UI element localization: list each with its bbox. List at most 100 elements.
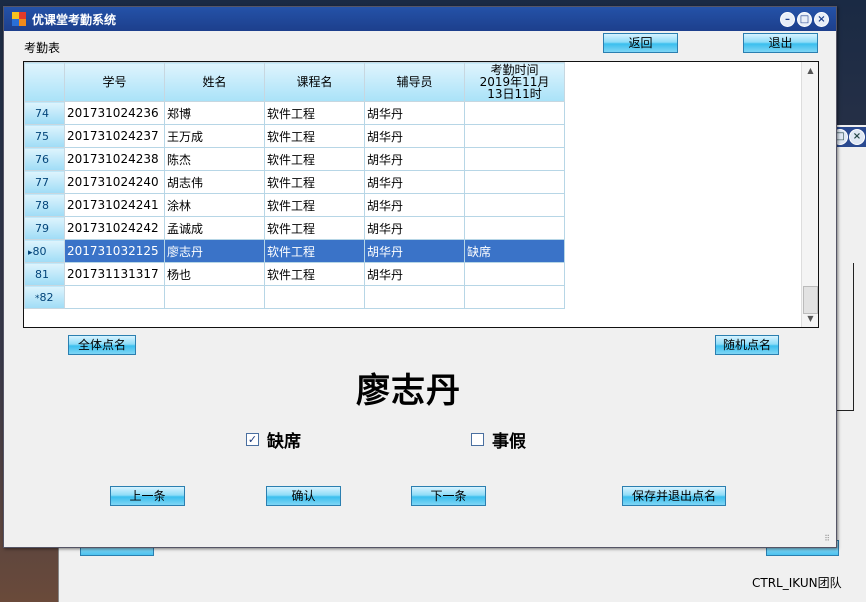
name-cell[interactable]: 廖志丹 [164,239,265,263]
column-header-attendance-time[interactable]: 考勤时间 2019年11月 13日11时 [464,62,565,102]
attendance-grid[interactable]: 学号 姓名 课程名 辅导员 考勤时间 2019年11月 13日11时 74 201… [23,61,819,328]
vertical-scrollbar[interactable]: ▲ ▼ [801,62,818,327]
column-header-name[interactable]: 姓名 [164,62,265,102]
row-header[interactable]: 75 [24,124,65,148]
absent-label[interactable]: 缺席 [267,427,301,452]
column-header-id[interactable]: 学号 [64,62,165,102]
column-header-course[interactable]: 课程名 [264,62,365,102]
name-cell[interactable]: 郑博 [164,101,265,125]
status-cell[interactable] [464,101,565,125]
exit-button[interactable]: 退出 [743,33,818,53]
student-id-cell[interactable]: 201731024237 [64,124,165,148]
student-id-cell[interactable]: 201731024241 [64,193,165,217]
student-id-cell[interactable]: 201731024236 [64,101,165,125]
absent-option[interactable]: ✓ 缺席 [246,427,301,452]
student-id-cell[interactable] [64,285,165,309]
row-header[interactable]: 79 [24,216,65,240]
counselor-cell[interactable] [364,285,465,309]
column-header-counselor[interactable]: 辅导员 [364,62,465,102]
grid-header-row: 学号 姓名 课程名 辅导员 考勤时间 2019年11月 13日11时 [24,62,565,102]
close-icon[interactable]: × [849,129,865,145]
table-row[interactable]: 75 201731024237 王万成 软件工程 胡华丹 [24,124,565,148]
row-header[interactable]: 74 [24,101,65,125]
counselor-cell[interactable]: 胡华丹 [364,239,465,263]
current-student-name: 廖志丹 [356,371,461,411]
resize-grip-icon[interactable]: ⠿ [824,534,830,543]
course-cell[interactable]: 软件工程 [264,193,365,217]
table-row[interactable]: 74 201731024236 郑博 软件工程 胡华丹 [24,101,565,125]
status-cell[interactable] [464,285,565,309]
call-all-button[interactable]: 全体点名 [68,335,136,355]
counselor-cell[interactable]: 胡华丹 [364,124,465,148]
app-icon [12,12,26,26]
status-cell[interactable] [464,147,565,171]
status-cell[interactable] [464,216,565,240]
course-cell[interactable]: 软件工程 [264,170,365,194]
course-cell[interactable]: 软件工程 [264,262,365,286]
student-id-cell[interactable]: 201731024238 [64,147,165,171]
name-cell[interactable] [164,285,265,309]
minimize-icon[interactable]: – [780,12,795,27]
student-id-cell[interactable]: 201731024242 [64,216,165,240]
course-cell[interactable]: 软件工程 [264,216,365,240]
confirm-button[interactable]: 确认 [266,486,341,506]
close-icon[interactable]: × [814,12,829,27]
scroll-thumb[interactable] [803,286,818,314]
table-row[interactable]: 77 201731024240 胡志伟 软件工程 胡华丹 [24,170,565,194]
table-row[interactable]: ▸80 201731032125 廖志丹 软件工程 胡华丹 缺席 [24,239,565,263]
footer-team-label: CTRL_IKUN团队 [752,576,842,590]
previous-button[interactable]: 上一条 [110,486,185,506]
scroll-up-icon[interactable]: ▲ [804,64,817,77]
row-header[interactable]: 76 [24,147,65,171]
table-row[interactable]: 79 201731024242 孟诚成 软件工程 胡华丹 [24,216,565,240]
counselor-cell[interactable]: 胡华丹 [364,147,465,171]
counselor-cell[interactable]: 胡华丹 [364,170,465,194]
row-number: 80 [32,244,47,258]
course-cell[interactable] [264,285,365,309]
table-row[interactable]: 76 201731024238 陈杰 软件工程 胡华丹 [24,147,565,171]
table-row[interactable]: *82 [24,285,565,309]
random-call-button[interactable]: 随机点名 [715,335,779,355]
row-header[interactable]: 81 [24,262,65,286]
row-number: 82 [39,290,54,304]
status-cell[interactable] [464,124,565,148]
name-cell[interactable]: 涂林 [164,193,265,217]
name-cell[interactable]: 胡志伟 [164,170,265,194]
name-cell[interactable]: 陈杰 [164,147,265,171]
save-and-exit-button[interactable]: 保存并退出点名 [622,486,726,506]
student-id-cell[interactable]: 201731024240 [64,170,165,194]
back-button[interactable]: 返回 [603,33,678,53]
leave-option[interactable]: 事假 [471,427,526,452]
row-header[interactable]: ▸80 [24,239,65,263]
course-cell[interactable]: 软件工程 [264,147,365,171]
counselor-cell[interactable]: 胡华丹 [364,193,465,217]
status-cell[interactable]: 缺席 [464,239,565,263]
absent-checkbox[interactable]: ✓ [246,433,259,446]
status-cell[interactable] [464,262,565,286]
row-header[interactable]: 77 [24,170,65,194]
counselor-cell[interactable]: 胡华丹 [364,262,465,286]
leave-checkbox[interactable] [471,433,484,446]
status-cell[interactable] [464,193,565,217]
row-header[interactable]: 78 [24,193,65,217]
table-row[interactable]: 78 201731024241 涂林 软件工程 胡华丹 [24,193,565,217]
leave-label[interactable]: 事假 [492,427,526,452]
course-cell[interactable]: 软件工程 [264,101,365,125]
course-cell[interactable]: 软件工程 [264,239,365,263]
student-id-cell[interactable]: 201731032125 [64,239,165,263]
table-row[interactable]: 81 201731131317 杨也 软件工程 胡华丹 [24,262,565,286]
title-bar[interactable]: 优课堂考勤系统 – □ × [4,7,836,31]
name-cell[interactable]: 杨也 [164,262,265,286]
counselor-cell[interactable]: 胡华丹 [364,216,465,240]
student-id-cell[interactable]: 201731131317 [64,262,165,286]
status-cell[interactable] [464,170,565,194]
name-cell[interactable]: 孟诚成 [164,216,265,240]
scroll-down-icon[interactable]: ▼ [804,312,817,325]
next-button[interactable]: 下一条 [411,486,486,506]
attendance-window: 优课堂考勤系统 – □ × 考勤表 返回 退出 学号 姓名 课程名 辅导员 考勤… [3,6,837,548]
course-cell[interactable]: 软件工程 [264,124,365,148]
counselor-cell[interactable]: 胡华丹 [364,101,465,125]
row-header[interactable]: *82 [24,285,65,309]
maximize-icon[interactable]: □ [797,12,812,27]
name-cell[interactable]: 王万成 [164,124,265,148]
